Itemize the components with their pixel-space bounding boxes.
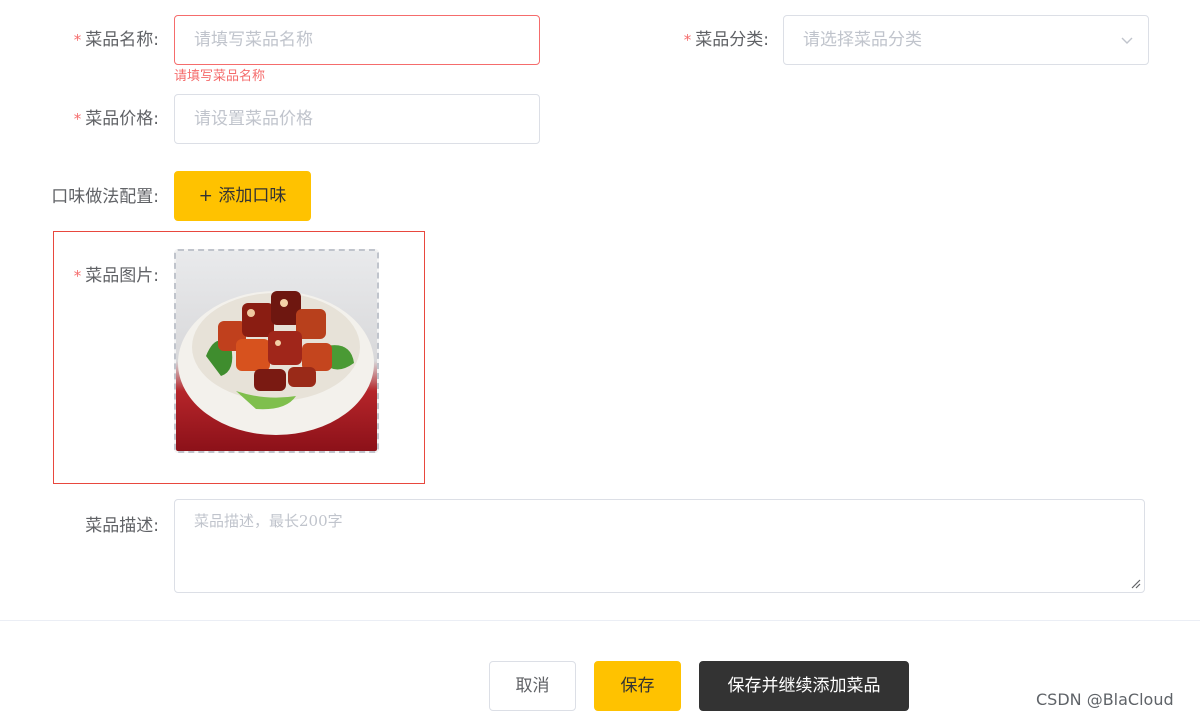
dish-category-label: * 菜品分类: bbox=[684, 30, 769, 50]
flavor-config-label: 口味做法配置: bbox=[51, 187, 159, 207]
chevron-down-icon bbox=[1121, 37, 1133, 44]
dish-price-input[interactable]: 请设置菜品价格 bbox=[174, 94, 540, 144]
required-mark: * bbox=[73, 110, 82, 128]
required-mark: * bbox=[73, 267, 82, 285]
dish-image-label-text: 菜品图片: bbox=[85, 266, 159, 286]
required-mark: * bbox=[683, 31, 692, 49]
dish-image-uploader[interactable] bbox=[174, 249, 379, 453]
add-flavor-button[interactable]: + 添加口味 bbox=[174, 171, 311, 221]
resize-handle-icon[interactable] bbox=[1131, 579, 1141, 589]
dish-category-select[interactable]: 请选择菜品分类 bbox=[783, 15, 1149, 65]
dish-name-error: 请填写菜品名称 bbox=[174, 69, 266, 84]
dish-name-input[interactable]: 请填写菜品名称 bbox=[174, 15, 540, 65]
dish-description-placeholder: 菜品描述，最长200字 bbox=[194, 512, 343, 530]
cancel-button[interactable]: 取消 bbox=[489, 661, 576, 711]
dish-name-label: * 菜品名称: bbox=[74, 30, 159, 50]
dish-category-placeholder: 请选择菜品分类 bbox=[803, 30, 922, 50]
save-button[interactable]: 保存 bbox=[594, 661, 681, 711]
dish-image-label: * 菜品图片: bbox=[74, 266, 159, 286]
dish-description-textarea[interactable]: 菜品描述，最长200字 bbox=[174, 499, 1145, 593]
dish-name-label-text: 菜品名称: bbox=[85, 30, 159, 50]
dish-price-label-text: 菜品价格: bbox=[85, 109, 159, 129]
save-and-continue-button[interactable]: 保存并继续添加菜品 bbox=[699, 661, 909, 711]
dish-description-label: 菜品描述: bbox=[85, 516, 159, 536]
watermark: CSDN @BlaCloud bbox=[1036, 690, 1174, 709]
dish-name-placeholder: 请填写菜品名称 bbox=[194, 30, 313, 50]
footer-divider bbox=[0, 620, 1200, 621]
dish-category-label-text: 菜品分类: bbox=[695, 30, 769, 50]
dish-photo bbox=[176, 251, 377, 451]
dish-price-label: * 菜品价格: bbox=[74, 109, 159, 129]
required-mark: * bbox=[73, 31, 82, 49]
dish-price-placeholder: 请设置菜品价格 bbox=[194, 109, 313, 129]
